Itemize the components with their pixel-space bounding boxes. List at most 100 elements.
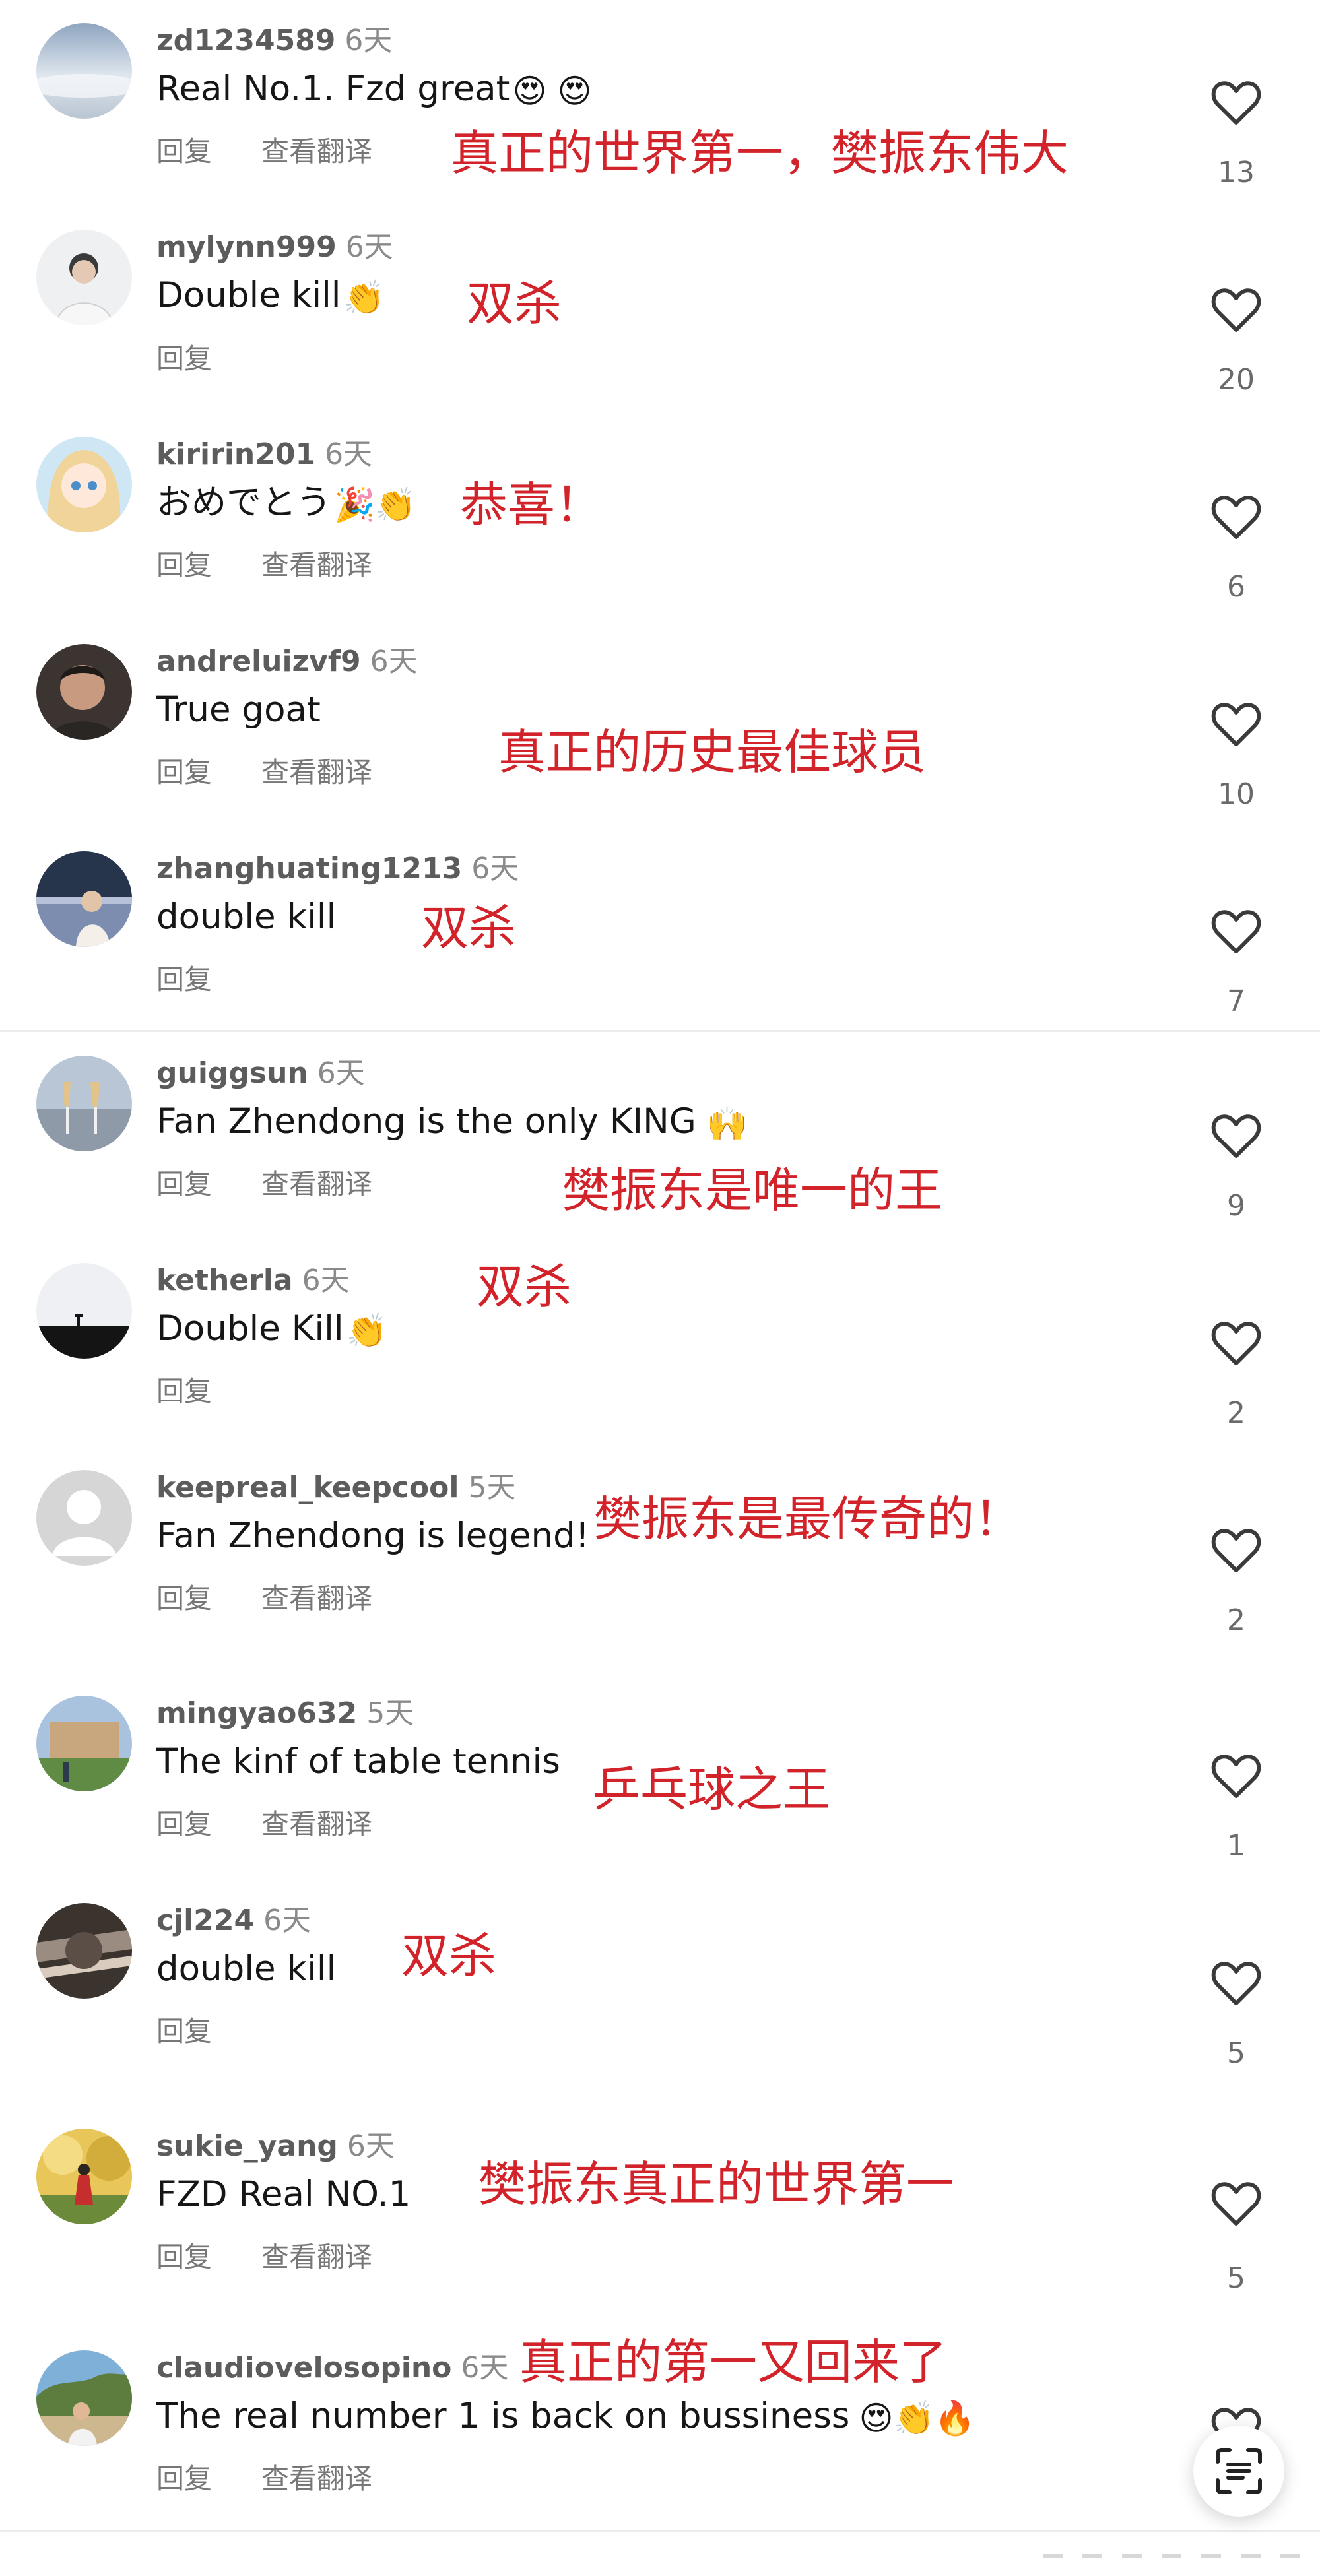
like-button[interactable] xyxy=(1211,1961,1261,2006)
username[interactable]: andreluizvf9 xyxy=(156,645,361,678)
comment-text: The kinf of table tennis xyxy=(156,1740,560,1784)
annotation: 真正的世界第一，樊振东伟大 xyxy=(451,125,1069,181)
reply-button[interactable]: 回复 xyxy=(156,1807,212,1842)
username[interactable]: kiririn201 xyxy=(156,437,315,471)
heart-outline-icon xyxy=(1211,703,1261,746)
avatar[interactable] xyxy=(36,1056,132,1151)
avatar[interactable] xyxy=(36,437,132,532)
timestamp: 6天 xyxy=(370,645,418,678)
comment-actions: 回复 查看翻译 xyxy=(156,2462,372,2496)
like-button[interactable] xyxy=(1211,1321,1261,1366)
username[interactable]: claudiovelosopino xyxy=(156,2351,451,2385)
translate-button[interactable]: 查看翻译 xyxy=(261,548,372,583)
comment-body: True goat xyxy=(156,690,321,730)
emoji: 🙌 xyxy=(706,1105,748,1143)
like-button[interactable] xyxy=(1211,80,1261,125)
annotation: 真正的第一又回来了 xyxy=(519,2334,948,2390)
avatar-image xyxy=(36,1056,132,1151)
comment-actions: 回复 查看翻译 xyxy=(156,1807,372,1842)
reply-button[interactable]: 回复 xyxy=(156,963,212,997)
translate-button[interactable]: 查看翻译 xyxy=(261,2462,372,2496)
reply-button[interactable]: 回复 xyxy=(156,2014,212,2049)
annotation: 恭喜！ xyxy=(460,477,603,532)
scan-text-button[interactable] xyxy=(1193,2426,1284,2517)
translate-button[interactable]: 查看翻译 xyxy=(261,1807,372,1842)
avatar[interactable] xyxy=(36,851,132,947)
timestamp: 6天 xyxy=(317,1056,365,1090)
reply-button[interactable]: 回复 xyxy=(156,1582,212,1616)
comment-body: Fan Zhendong is the only KING xyxy=(156,1101,696,1142)
avatar[interactable] xyxy=(36,23,132,119)
avatar[interactable] xyxy=(36,2350,132,2446)
username[interactable]: mingyao632 xyxy=(156,1696,357,1730)
reply-button[interactable]: 回复 xyxy=(156,2462,212,2496)
comment-meta: mingyao632 5天 xyxy=(156,1696,414,1731)
like-button[interactable] xyxy=(1211,2181,1261,2226)
timestamp: 6天 xyxy=(346,2129,395,2163)
like-count: 6 xyxy=(1227,570,1245,604)
comment-actions: 回复 查看翻译 xyxy=(156,2240,372,2274)
translate-button[interactable]: 查看翻译 xyxy=(261,1582,372,1616)
comment-meta: keepreal_keepcool 5天 xyxy=(156,1470,515,1506)
comment-body: おめでとう xyxy=(156,482,331,523)
avatar-image xyxy=(36,2350,132,2446)
username[interactable]: sukie_yang xyxy=(156,2129,338,2163)
translate-button[interactable]: 查看翻译 xyxy=(261,1167,372,1202)
like-button[interactable] xyxy=(1211,909,1261,954)
avatar[interactable] xyxy=(36,1470,132,1566)
comment-actions: 回复 查看翻译 xyxy=(156,756,372,790)
username[interactable]: mylynn999 xyxy=(156,230,337,264)
avatar-image xyxy=(36,644,132,740)
emoji: 😍 😍 xyxy=(512,72,592,110)
translate-button[interactable]: 查看翻译 xyxy=(261,135,372,169)
avatar-image xyxy=(36,437,132,532)
timestamp: 6天 xyxy=(263,1904,312,1937)
like-button[interactable] xyxy=(1211,1528,1261,1573)
translate-button[interactable]: 查看翻译 xyxy=(261,2240,372,2274)
timestamp: 5天 xyxy=(366,1696,414,1730)
reply-button[interactable]: 回复 xyxy=(156,1167,212,1202)
comment-body: The kinf of table tennis xyxy=(156,1741,560,1782)
reply-button[interactable]: 回复 xyxy=(156,548,212,583)
avatar-image xyxy=(36,1263,132,1359)
like-button[interactable] xyxy=(1211,1754,1261,1799)
username[interactable]: keepreal_keepcool xyxy=(156,1471,459,1504)
translate-button[interactable]: 查看翻译 xyxy=(261,756,372,790)
emoji: 👏 xyxy=(346,1312,387,1350)
heart-outline-icon xyxy=(1211,1962,1261,2005)
avatar-image xyxy=(36,1696,132,1791)
like-button[interactable] xyxy=(1211,288,1261,333)
comment-text: double kill xyxy=(156,1947,336,1991)
comment-body: The real number 1 is back on bussiness xyxy=(156,2396,850,2436)
comment-text: True goat xyxy=(156,688,321,732)
comment-actions: 回复 查看翻译 xyxy=(156,135,372,169)
comment-text: Double Kill👏 xyxy=(156,1307,387,1353)
reply-button[interactable]: 回复 xyxy=(156,2240,212,2274)
comment-text: The real number 1 is back on bussiness 😍👏… xyxy=(156,2395,975,2440)
username[interactable]: cjl224 xyxy=(156,1904,254,1937)
heart-outline-icon xyxy=(1211,496,1261,539)
like-button[interactable] xyxy=(1211,702,1261,747)
avatar[interactable] xyxy=(36,2129,132,2224)
username[interactable]: guiggsun xyxy=(156,1056,308,1090)
avatar[interactable] xyxy=(36,230,132,325)
heart-outline-icon xyxy=(1211,288,1261,332)
annotation: 双杀 xyxy=(421,900,517,955)
comment-text: おめでとう🎉👏 xyxy=(156,481,416,527)
reply-button[interactable]: 回复 xyxy=(156,342,212,376)
like-button[interactable] xyxy=(1211,1114,1261,1159)
reply-button[interactable]: 回复 xyxy=(156,135,212,169)
like-count: 13 xyxy=(1218,156,1255,189)
avatar[interactable] xyxy=(36,644,132,740)
avatar[interactable] xyxy=(36,1903,132,1999)
timestamp: 6天 xyxy=(345,24,393,57)
username[interactable]: ketherla xyxy=(156,1264,293,1297)
username[interactable]: zhanghuating1213 xyxy=(156,852,462,886)
avatar[interactable] xyxy=(36,1263,132,1359)
reply-button[interactable]: 回复 xyxy=(156,756,212,790)
avatar[interactable] xyxy=(36,1696,132,1791)
like-button[interactable] xyxy=(1211,495,1261,540)
reply-button[interactable]: 回复 xyxy=(156,1374,212,1409)
avatar-image xyxy=(36,851,132,947)
username[interactable]: zd1234589 xyxy=(156,24,335,57)
